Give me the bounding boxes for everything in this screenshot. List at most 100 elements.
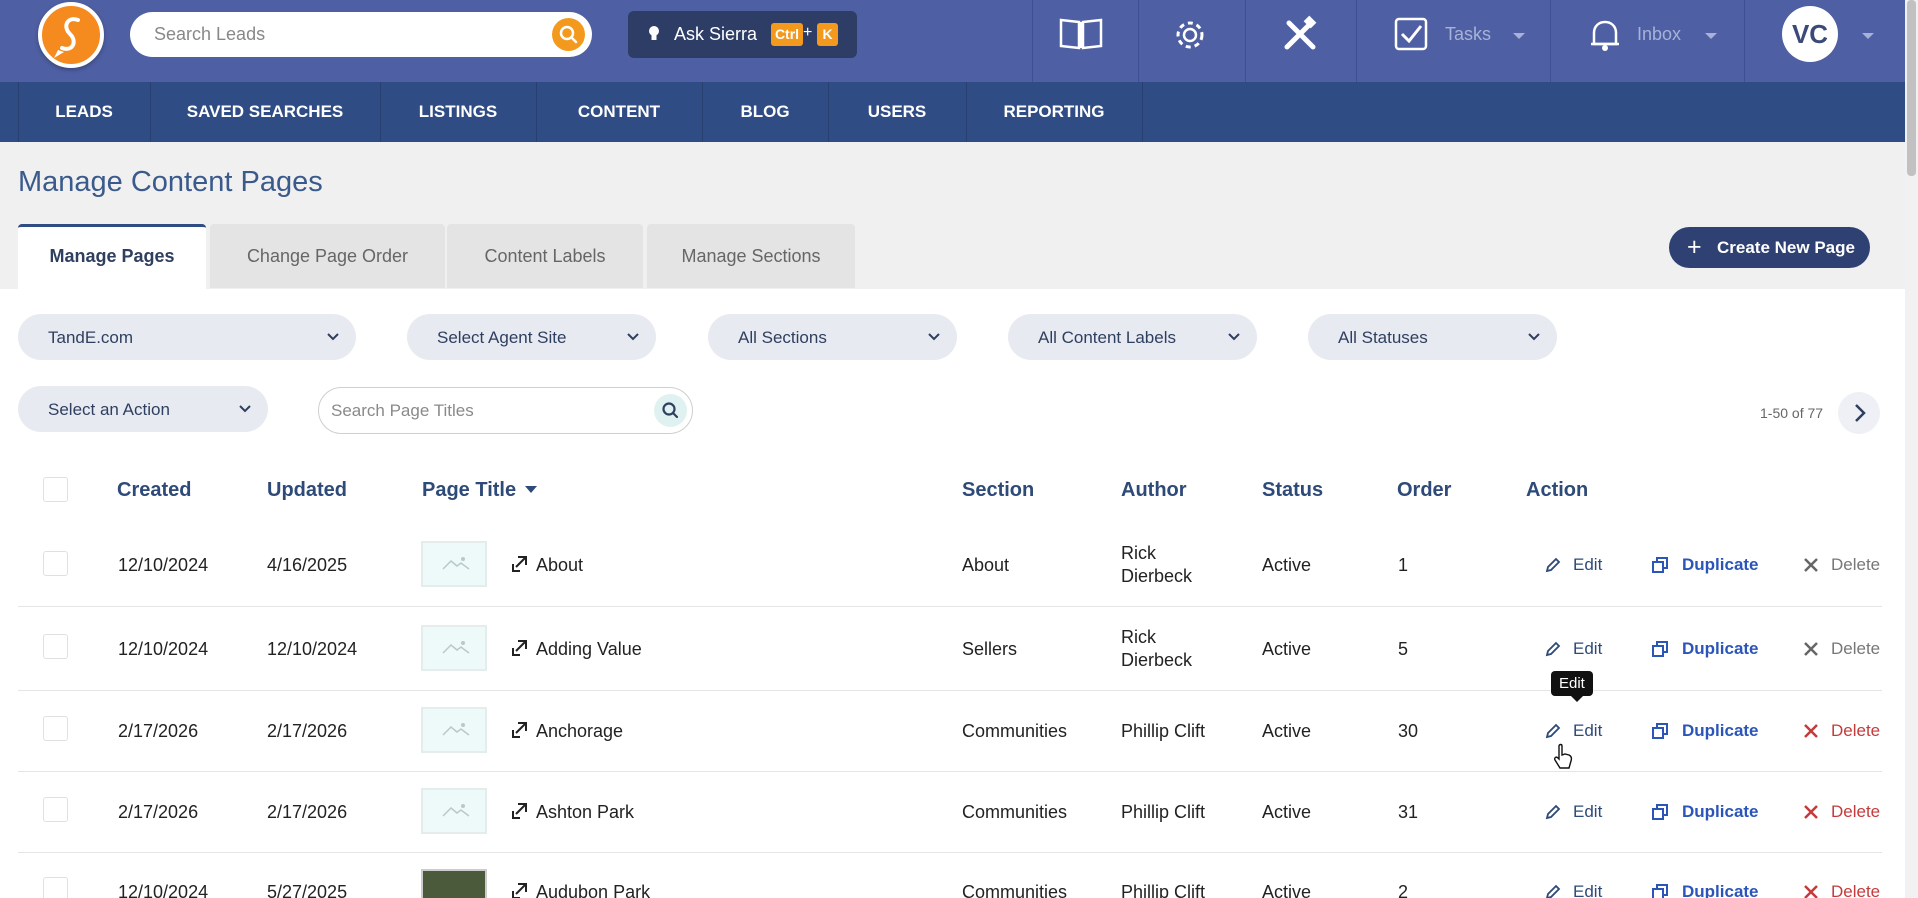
row-page-title[interactable]: Ashton Park [536,802,634,823]
tasks-label[interactable]: Tasks [1445,24,1491,45]
search-leads-input[interactable] [154,12,534,57]
row-section: Communities [962,721,1068,741]
row-page-title[interactable]: About [536,555,583,576]
user-menu-caret[interactable] [1862,33,1874,39]
sierra-logo[interactable] [38,2,104,68]
duplicate-icon [1652,884,1668,898]
column-header-order[interactable]: Order [1397,479,1451,502]
nav-content[interactable]: CONTENT [536,82,702,142]
edit-button[interactable]: Edit [1573,555,1602,575]
statuses-select[interactable]: All Statuses [1308,314,1557,360]
row-checkbox[interactable] [43,716,68,741]
column-header-section[interactable]: Section [962,479,1034,502]
gear-icon[interactable] [1172,17,1208,53]
row-updated: 5/27/2025 [267,882,348,898]
create-new-page-button[interactable]: + Create New Page [1669,227,1870,268]
image-placeholder-icon [442,641,470,654]
external-link-icon[interactable] [510,638,530,658]
delete-button[interactable]: Delete [1831,882,1880,898]
content-labels-select-value: All Content Labels [1038,328,1176,347]
row-page-title[interactable]: Adding Value [536,639,642,660]
column-header-page-title[interactable]: Page Title [422,479,516,502]
page-thumbnail [421,707,487,753]
duplicate-button[interactable]: Duplicate [1682,882,1759,898]
edit-button[interactable]: Edit [1573,802,1602,822]
edit-tooltip: Edit [1551,671,1593,702]
column-header-updated[interactable]: Updated [267,479,347,502]
image-placeholder-icon [442,804,470,817]
row-updated: 2/17/2026 [267,721,348,741]
duplicate-icon [1652,723,1668,739]
edit-button[interactable]: Edit [1573,639,1602,659]
tasks-dropdown-caret[interactable] [1513,33,1525,39]
select-all-checkbox[interactable] [43,477,68,502]
row-section: Communities [962,882,1068,898]
inbox-dropdown-caret[interactable] [1705,33,1717,39]
delete-button[interactable]: Delete [1831,802,1880,822]
row-status: Active [1262,802,1312,822]
bulk-action-select[interactable]: Select an Action [18,386,268,432]
search-page-titles-input[interactable] [331,388,631,433]
delete-button[interactable]: Delete [1831,555,1880,575]
edit-button[interactable]: Edit [1573,882,1602,898]
edit-button[interactable]: Edit [1573,721,1602,741]
row-updated: 4/16/2025 [267,555,348,575]
key-plus: + [803,24,813,41]
tab-manage-pages[interactable]: Manage Pages [18,224,206,290]
agent-site-select[interactable]: Select Agent Site [407,314,656,360]
nav-blog[interactable]: BLOG [702,82,828,142]
nav-saved-searches[interactable]: SAVED SEARCHES [150,82,380,142]
site-select[interactable]: TandE.com [18,314,356,360]
image-placeholder-icon [442,557,470,570]
duplicate-button[interactable]: Duplicate [1682,721,1759,741]
duplicate-button[interactable]: Duplicate [1682,802,1759,822]
tab-manage-sections[interactable]: Manage Sections [647,224,855,288]
column-header-author[interactable]: Author [1121,479,1187,502]
tab-content-labels[interactable]: Content Labels [447,224,643,288]
ask-sierra-button[interactable]: Ask Sierra Ctrl + K [628,11,857,58]
content-labels-select[interactable]: All Content Labels [1008,314,1257,360]
chevron-down-icon [1228,333,1240,341]
book-icon[interactable] [1058,16,1104,52]
user-avatar[interactable]: VC [1782,6,1838,62]
sort-desc-icon[interactable] [524,485,538,494]
nav-users[interactable]: USERS [828,82,966,142]
divider [1245,0,1246,82]
nav-leads[interactable]: LEADS [18,82,150,142]
external-link-icon[interactable] [510,720,530,740]
row-checkbox[interactable] [43,551,68,576]
search-icon [559,25,578,44]
row-page-title[interactable]: Anchorage [536,721,623,742]
row-checkbox[interactable] [43,877,68,898]
external-link-icon[interactable] [510,801,530,821]
k-key-badge: K [817,23,838,46]
nav-listings[interactable]: LISTINGS [380,82,536,142]
delete-button[interactable]: Delete [1831,639,1880,659]
tools-icon[interactable] [1281,15,1319,53]
external-link-icon[interactable] [510,554,530,574]
inbox-label[interactable]: Inbox [1637,24,1681,45]
sections-select[interactable]: All Sections [708,314,957,360]
nav-reporting[interactable]: REPORTING [966,82,1142,142]
row-checkbox[interactable] [43,634,68,659]
tab-change-page-order[interactable]: Change Page Order [210,224,445,288]
duplicate-button[interactable]: Duplicate [1682,639,1759,659]
search-page-titles-button[interactable] [654,394,687,427]
bell-icon[interactable] [1588,17,1622,53]
next-page-button[interactable] [1838,392,1880,434]
create-new-page-label: Create New Page [1717,238,1855,257]
row-checkbox[interactable] [43,797,68,822]
checkbox-icon[interactable] [1394,17,1428,51]
search-leads-button[interactable] [552,18,585,51]
chevron-right-icon [1855,404,1866,422]
row-page-title[interactable]: Audubon Park [536,882,650,898]
search-page-titles-box [318,387,693,434]
pagination-summary: 1-50 of 77 [1760,405,1824,421]
duplicate-button[interactable]: Duplicate [1682,555,1759,575]
column-header-status[interactable]: Status [1262,479,1323,502]
delete-button[interactable]: Delete [1831,721,1880,741]
scrollbar-thumb[interactable] [1907,0,1916,176]
external-link-icon[interactable] [510,881,530,898]
duplicate-icon [1652,641,1668,657]
column-header-created[interactable]: Created [117,479,191,502]
